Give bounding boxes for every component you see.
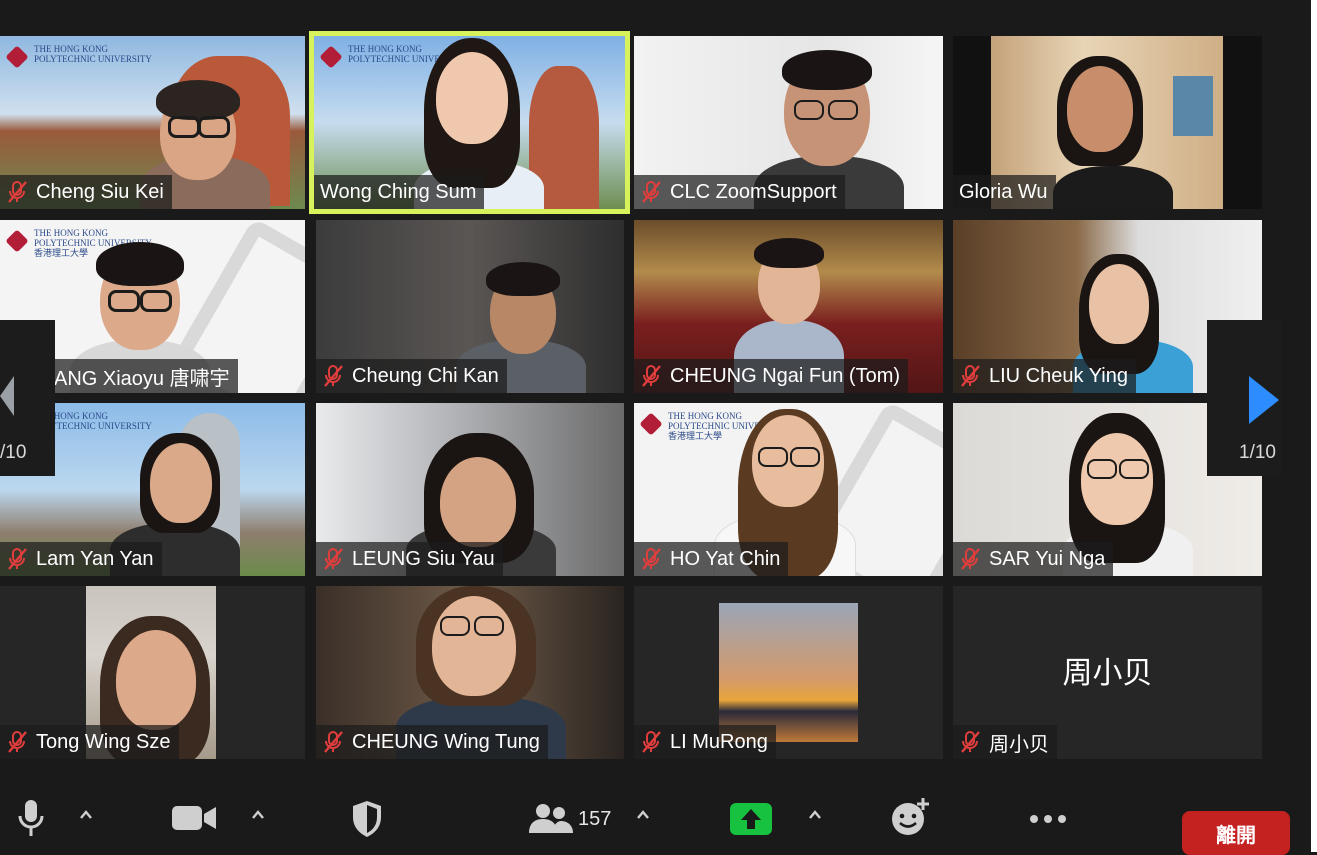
more-options-icon[interactable] (1029, 814, 1067, 824)
name-label: SAR Yui Nga (953, 542, 1114, 576)
next-page-panel[interactable]: 1/10 (1207, 320, 1282, 476)
name-label: LI MuRong (634, 725, 776, 759)
leave-button[interactable]: 離開 (1182, 811, 1290, 855)
profile-picture (719, 603, 858, 742)
name-label: HO Yat Chin (634, 542, 789, 576)
chevron-left-icon[interactable] (0, 376, 14, 416)
muted-mic-icon (6, 547, 28, 571)
name-label: Cheung Chi Kan (316, 359, 507, 393)
video-tile[interactable]: THE HONG KONG POLYTECHNIC UNIVERSITY 香港理工大… (634, 403, 943, 576)
name-label: ANG Xiaoyu 唐啸宇 (50, 359, 238, 393)
name-label: CHEUNG Wing Tung (316, 725, 548, 759)
chevron-up-icon[interactable] (251, 808, 265, 822)
window-edge (1311, 0, 1317, 852)
chevron-right-icon[interactable] (1249, 376, 1279, 424)
muted-mic-icon (322, 730, 344, 754)
muted-mic-icon (959, 364, 981, 388)
previous-page-panel[interactable]: /10 (0, 320, 55, 476)
participant-display-name: 周小贝 (1062, 656, 1153, 691)
participants-count: 157 (578, 808, 612, 830)
gallery-grid: THE HONG KONG POLYTECHNIC UNIVERSITY Chen… (0, 0, 1311, 770)
video-tile-avatar[interactable]: LI MuRong (634, 586, 943, 759)
video-camera-icon[interactable] (172, 804, 216, 832)
participants-icon[interactable] (529, 803, 573, 835)
video-tile-no-video[interactable]: 周小贝 周小贝 (953, 586, 1262, 759)
name-label: LIU Cheuk Ying (953, 359, 1136, 393)
video-tile[interactable]: Tong Wing Sze (0, 586, 305, 759)
meeting-toolbar (0, 770, 1311, 852)
video-tile[interactable]: CLC ZoomSupport (634, 36, 943, 209)
page-indicator-right: 1/10 (1239, 442, 1276, 463)
video-tile[interactable]: Cheung Chi Kan (316, 220, 624, 393)
video-tile[interactable]: LEUNG Siu Yau (316, 403, 624, 576)
chevron-up-icon[interactable] (808, 808, 822, 822)
muted-mic-icon (322, 364, 344, 388)
name-label: 周小贝 (953, 725, 1057, 759)
share-screen-icon[interactable] (730, 803, 772, 835)
muted-mic-icon (6, 730, 28, 754)
name-label: CLC ZoomSupport (634, 175, 845, 209)
name-label: CHEUNG Ngai Fun (Tom) (634, 359, 909, 393)
muted-mic-icon (640, 730, 662, 754)
muted-mic-icon (640, 547, 662, 571)
muted-mic-icon (959, 730, 981, 754)
name-label: Wong Ching Sum (314, 175, 485, 209)
muted-mic-icon (640, 364, 662, 388)
chevron-up-icon[interactable] (79, 808, 93, 822)
security-shield-icon[interactable] (351, 800, 383, 838)
muted-mic-icon (640, 180, 662, 204)
video-tile-active-speaker[interactable]: THE HONG KONG POLYTECHNIC UNIVERSITY Wong… (309, 31, 630, 214)
name-label: LEUNG Siu Yau (316, 542, 503, 576)
video-tile[interactable]: THE HONG KONG POLYTECHNIC UNIVERSITY Chen… (0, 36, 305, 209)
name-label: Tong Wing Sze (0, 725, 179, 759)
name-label: Cheng Siu Kei (0, 175, 172, 209)
reactions-icon[interactable] (891, 798, 931, 836)
name-label: Gloria Wu (953, 175, 1056, 209)
chevron-up-icon[interactable] (636, 808, 650, 822)
name-label: Lam Yan Yan (0, 542, 162, 576)
video-tile[interactable]: Gloria Wu (953, 36, 1262, 209)
muted-mic-icon (322, 547, 344, 571)
video-tile[interactable]: CHEUNG Ngai Fun (Tom) (634, 220, 943, 393)
muted-mic-icon (6, 180, 28, 204)
microphone-icon[interactable] (16, 798, 46, 838)
video-tile[interactable]: CHEUNG Wing Tung (316, 586, 624, 759)
muted-mic-icon (959, 547, 981, 571)
page-indicator-left: /10 (0, 442, 27, 463)
